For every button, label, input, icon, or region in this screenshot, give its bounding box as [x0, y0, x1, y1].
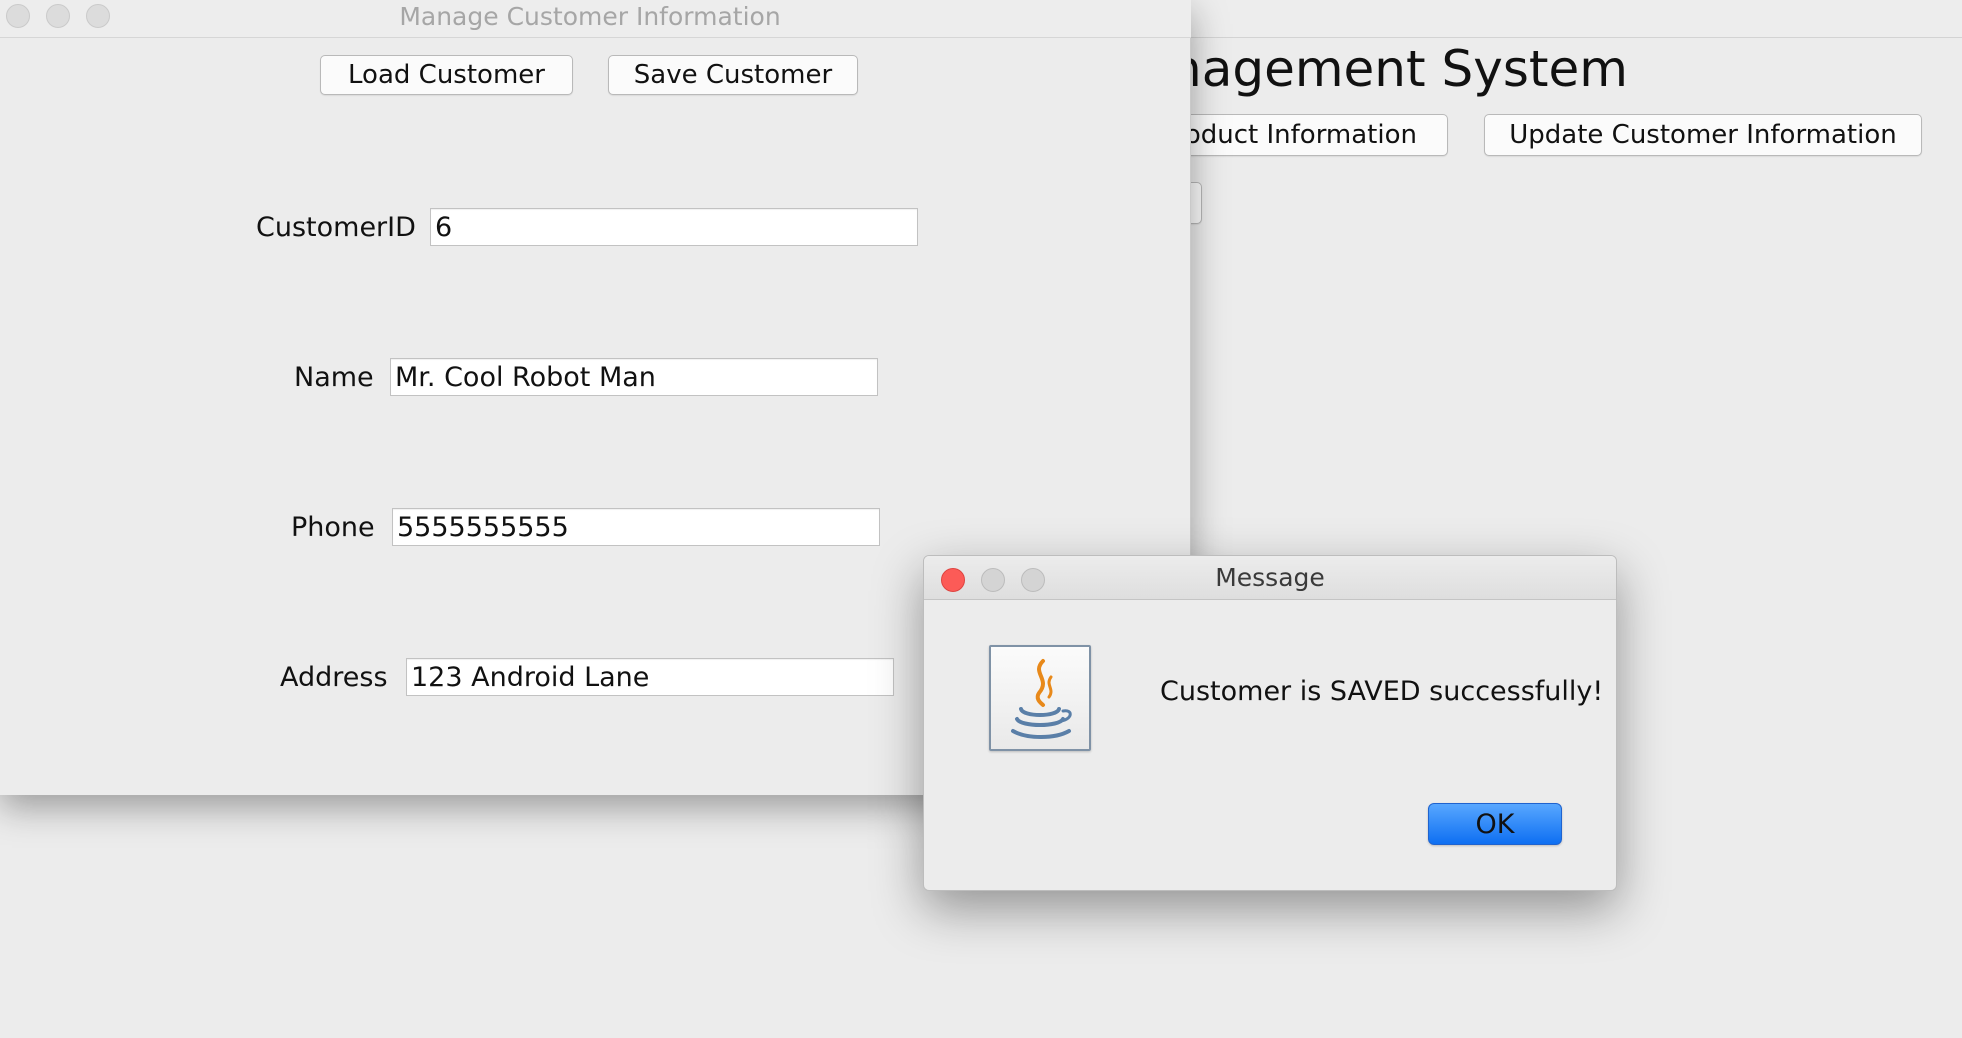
dialog-minimize-button[interactable] — [981, 568, 1005, 592]
address-label: Address — [280, 662, 388, 693]
message-dialog: Message Customer is SAVED successfully! … — [923, 555, 1617, 891]
dialog-titlebar: Message — [924, 556, 1616, 600]
name-field[interactable] — [390, 358, 878, 396]
dialog-zoom-button[interactable] — [1021, 568, 1045, 592]
customer-id-field[interactable] — [430, 208, 918, 246]
load-customer-button[interactable]: Load Customer — [320, 55, 573, 95]
name-label: Name — [294, 362, 374, 393]
dialog-close-button[interactable] — [941, 568, 965, 592]
customer-window-titlebar: Manage Customer Information — [0, 0, 1191, 38]
phone-field[interactable] — [392, 508, 880, 546]
customer-window-title: Manage Customer Information — [399, 2, 781, 31]
phone-label: Phone — [291, 512, 375, 543]
ok-button[interactable]: OK — [1428, 803, 1562, 845]
dialog-message: Customer is SAVED successfully! — [1160, 676, 1604, 707]
customer-id-label: CustomerID — [256, 212, 416, 243]
address-field[interactable] — [406, 658, 894, 696]
main-heading: nagement System — [1170, 40, 1628, 98]
save-customer-button[interactable]: Save Customer — [608, 55, 858, 95]
update-customer-information-button[interactable]: Update Customer Information — [1484, 114, 1922, 156]
java-icon — [989, 645, 1091, 751]
